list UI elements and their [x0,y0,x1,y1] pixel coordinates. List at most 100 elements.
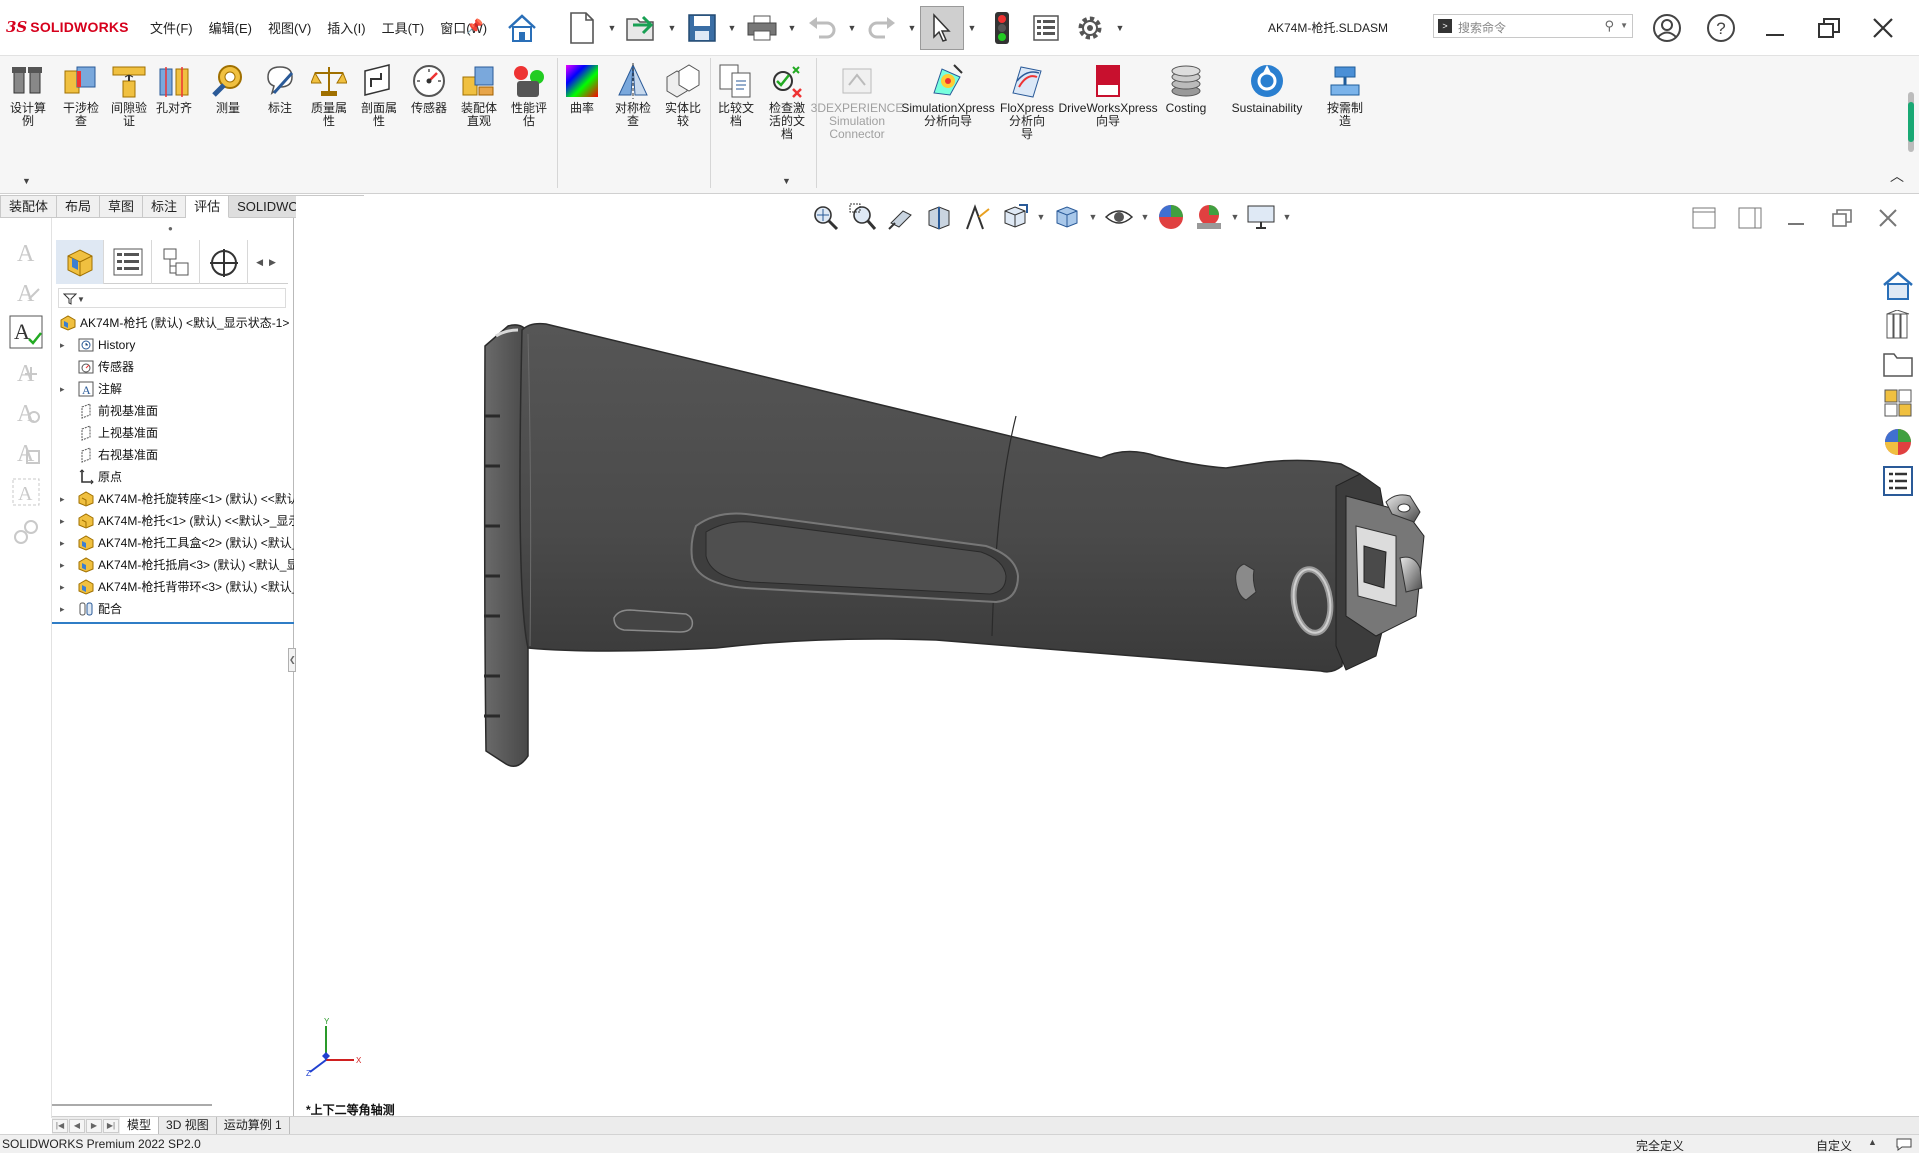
panel-grip-icon[interactable]: ● [168,224,173,233]
tree-node-origin[interactable]: 原点 [52,466,294,488]
options-button[interactable] [1068,6,1112,50]
view-orientation-dropdown-icon[interactable]: ▼ [1034,212,1048,222]
first-tab-icon[interactable]: |◀ [52,1118,68,1133]
expand-arrow-icon[interactable]: ▸ [60,510,70,532]
menu-file[interactable]: 文件(F) [142,19,201,39]
linear-note-pattern-icon[interactable]: A [8,274,44,310]
menu-edit[interactable]: 编辑(E) [201,19,260,39]
ribbon-scrollbar[interactable] [1908,92,1914,152]
menu-tools[interactable]: 工具(T) [374,19,433,39]
close-button[interactable] [1856,6,1910,50]
ribbon-hole-alignment[interactable]: 孔对齐 [154,62,194,115]
restore-button[interactable] [1802,6,1856,50]
undo-button[interactable] [800,6,844,50]
ribbon-mass-properties[interactable]: 质量属 性 [306,62,352,128]
options-dropdown-icon[interactable]: ▼ [1112,6,1128,50]
display-style-dropdown-icon[interactable]: ▼ [1086,212,1100,222]
ribbon-scroll-thumb[interactable] [1908,102,1914,142]
ribbon-expand-arrow-icon[interactable]: ▼ [782,176,791,186]
display-style-button[interactable] [1048,200,1086,234]
expand-arrow-icon[interactable]: ▸ [60,576,70,598]
panel-splitter-handle[interactable]: ❮ [288,648,296,672]
search-commands-box[interactable]: > 搜索命令 ⚲ ▼ [1433,14,1633,38]
tab-layout[interactable]: 布局 [57,195,101,218]
doc-restore-button[interactable] [1824,206,1860,230]
ribbon-section-properties[interactable]: 剖面属 性 [356,62,402,128]
expand-arrow-icon[interactable]: ▸ [60,488,70,510]
user-account-button[interactable] [1640,6,1694,50]
ribbon-performance-evaluation[interactable]: 性能评 估 [506,62,552,128]
tree-node-annotations[interactable]: ▸ A 注解 [52,378,294,400]
solidworks-logo[interactable]: 3S SOLIDWORKS [6,17,129,37]
ribbon-simulationxpress[interactable]: SimulationXpress 分析向导 [901,62,995,128]
select-dropdown-icon[interactable]: ▼ [964,6,980,50]
tab-property-manager[interactable] [104,240,152,284]
tree-node-front-plane[interactable]: 前视基准面 [52,400,294,422]
dynamic-annotation-button[interactable] [958,200,996,234]
hide-show-items-button[interactable] [1100,200,1138,234]
tab-feature-manager[interactable] [56,240,104,284]
rebuild-button[interactable] [980,6,1024,50]
undo-dropdown-icon[interactable]: ▼ [844,6,860,50]
tree-node-component[interactable]: ▸ AK74M-枪托工具盒<2> (默认) <默认_显示状态 1> [52,532,294,554]
redo-dropdown-icon[interactable]: ▼ [904,6,920,50]
tile-right-button[interactable] [1732,206,1768,230]
file-properties-button[interactable] [1024,6,1068,50]
tree-node-sensors[interactable]: 传感器 [52,356,294,378]
ribbon-make-on-demand[interactable]: 按需制 造 [1322,62,1368,128]
tree-node-top-plane[interactable]: 上视基准面 [52,422,294,444]
tab-model[interactable]: 模型 [120,1117,160,1134]
tab-motion-study-1[interactable]: 运动算例 1 [217,1117,290,1134]
ribbon-markup[interactable]: 标注 [260,62,300,115]
ribbon-symmetry-check[interactable]: 对称检 查 [610,62,656,128]
menu-view[interactable]: 视图(V) [260,19,319,39]
new-dropdown-icon[interactable]: ▼ [604,6,620,50]
tab-scroll-arrows[interactable]: ◀ ▶ [248,240,284,284]
open-dropdown-icon[interactable]: ▼ [664,6,680,50]
ribbon-design-study[interactable]: 设计算 例 [4,62,52,128]
save-button[interactable] [680,6,724,50]
search-dropdown-icon[interactable]: ▼ [1620,21,1628,30]
apply-scene-dropdown-icon[interactable]: ▼ [1228,212,1242,222]
block-note-icon[interactable]: A [8,434,44,470]
zoom-to-area-button[interactable] [844,200,882,234]
auto-balloon-icon[interactable]: A [8,474,44,510]
hyperlink-note-icon[interactable] [8,514,44,550]
tab-markup[interactable]: 标注 [143,195,187,218]
unit-system-dropdown-icon[interactable]: ▲ [1868,1137,1877,1147]
tile-left-button[interactable] [1686,206,1722,230]
apply-scene-button[interactable] [1190,200,1228,234]
tree-node-component[interactable]: ▸ AK74M-枪托背带环<3> (默认) <默认_显示状态 1> [52,576,294,598]
ribbon-curvature[interactable]: 曲率 [562,62,602,115]
ribbon-expand-arrow-icon[interactable]: ▼ [22,176,31,186]
taskpane-view-palette-button[interactable] [1879,385,1917,420]
tree-node-right-plane[interactable]: 右视基准面 [52,444,294,466]
tree-node-component[interactable]: ▸ AK74M-枪托旋转座<1> (默认) <<默认>_显示状态 1> [52,488,294,510]
menu-window[interactable]: 窗口(W) [432,19,495,39]
ak74m-stock-model[interactable] [296,196,1919,1116]
previous-tab-icon[interactable]: ◀ [69,1118,85,1133]
spell-checker-icon[interactable]: A [8,314,44,350]
ribbon-assembly-visualization[interactable]: 装配体 直观 [456,62,502,128]
ribbon-sensor[interactable]: 传感器 [406,62,452,115]
ribbon-compare-documents[interactable]: 比较文 档 [714,62,758,128]
next-tab-icon[interactable]: ▶ [86,1118,102,1133]
search-input[interactable]: 搜索命令 [1458,19,1506,36]
zoom-to-fit-button[interactable] [806,200,844,234]
redo-button[interactable] [860,6,904,50]
expand-arrow-icon[interactable]: ▸ [60,598,70,620]
select-button[interactable] [920,6,964,50]
hide-show-dropdown-icon[interactable]: ▼ [1138,212,1152,222]
scroll-left-icon[interactable]: ◀ [256,257,263,268]
view-orientation-button[interactable] [996,200,1034,234]
section-view-button[interactable] [920,200,958,234]
doc-close-button[interactable] [1870,206,1906,230]
ribbon-clearance-verification[interactable]: 间隙验 证 [106,62,152,128]
format-painter-icon[interactable]: A [8,354,44,390]
expand-arrow-icon[interactable]: ▸ [60,334,70,356]
save-dropdown-icon[interactable]: ▼ [724,6,740,50]
pin-menu-icon[interactable]: 📌 [466,18,483,35]
ribbon-interference-check[interactable]: 干涉检 查 [58,62,104,128]
tree-node-mates[interactable]: ▸ 配合 [52,598,294,620]
graphics-area[interactable]: ▼ ▼ ▼ ▼ ▼ Y X Z *上下二等角轴测 [296,196,1919,1117]
